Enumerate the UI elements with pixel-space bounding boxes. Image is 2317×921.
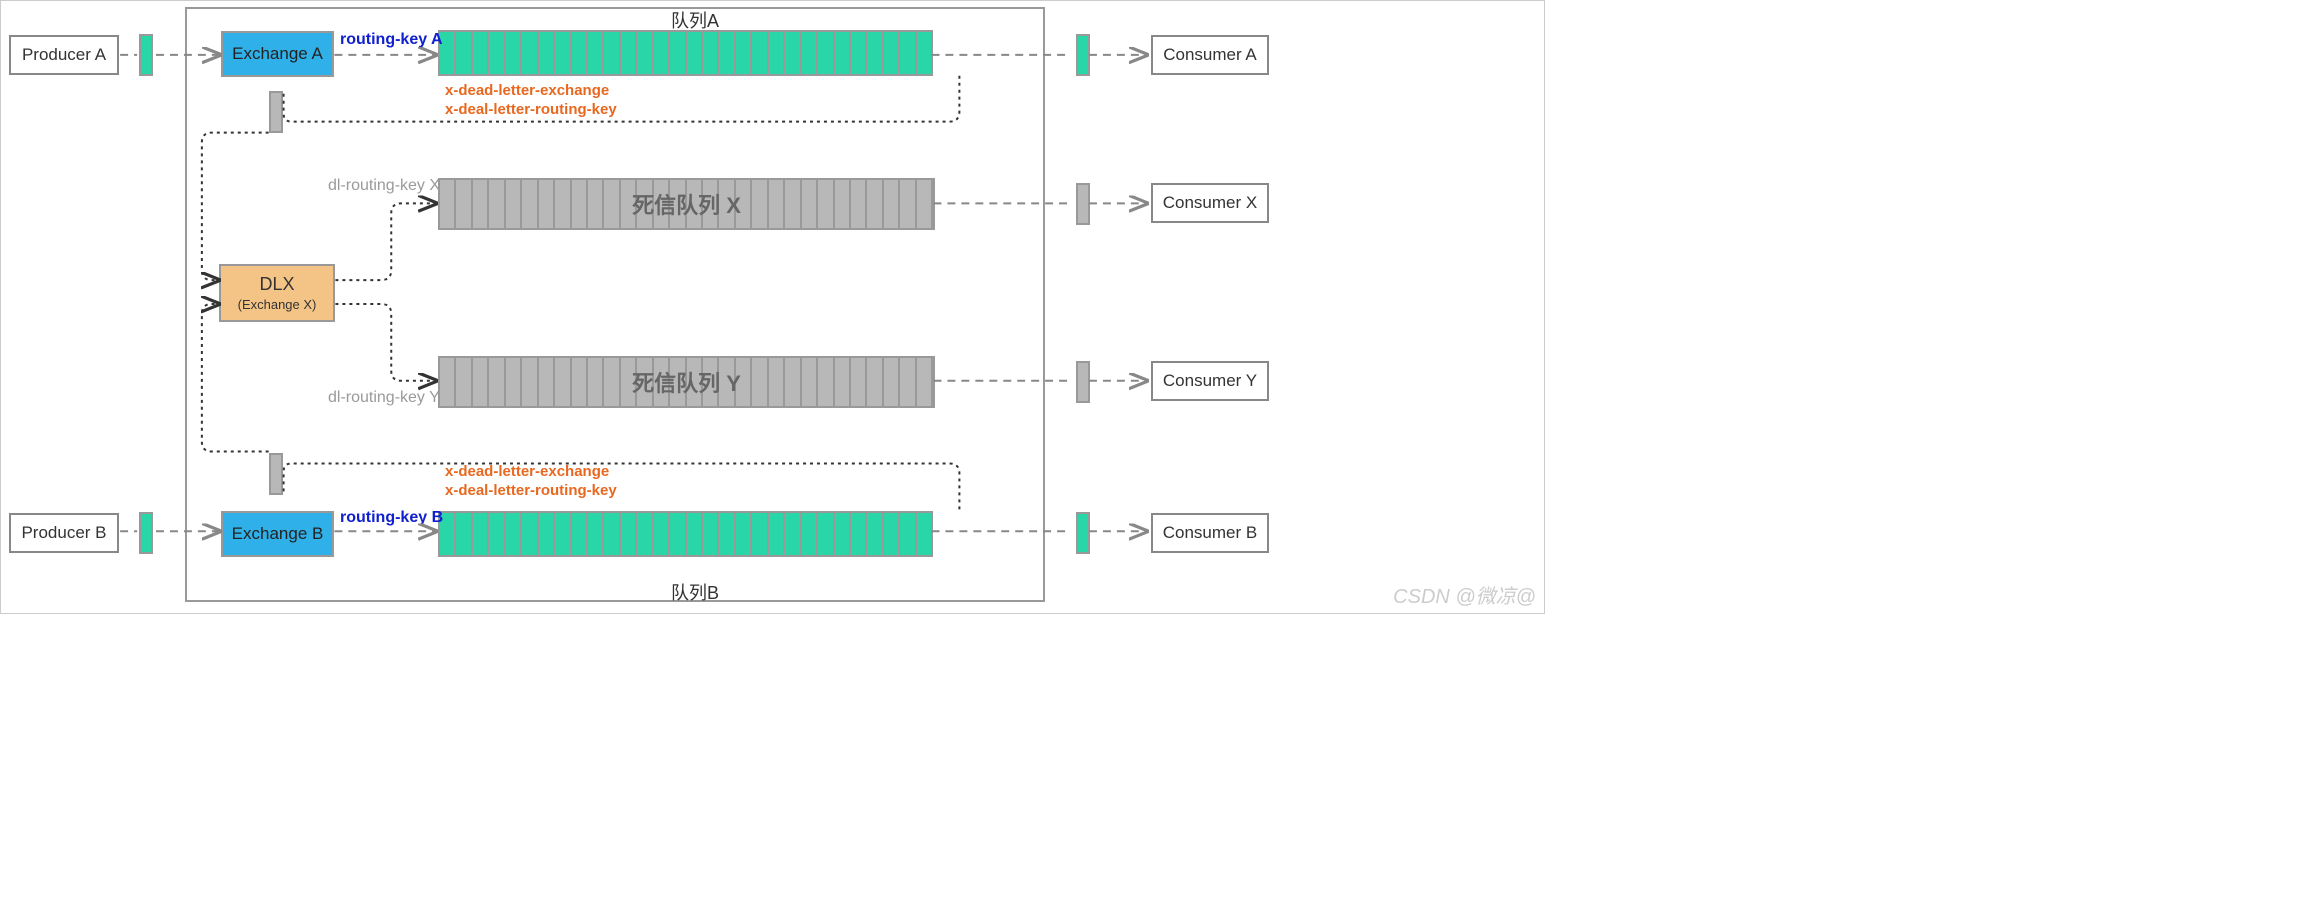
dlq-x-label: 死信队列 X xyxy=(440,180,933,228)
routing-key-a-label: routing-key A xyxy=(340,31,443,49)
queue-b xyxy=(438,511,933,557)
consumer-chip-b xyxy=(1076,512,1090,554)
dead-letter-args-b: x-dead-letter-exchangex-deal-letter-rout… xyxy=(445,463,617,501)
exchange-a: Exchange A xyxy=(221,31,334,77)
dlq-y-label: 死信队列 Y xyxy=(440,358,933,406)
consumer-a: Consumer A xyxy=(1151,35,1269,75)
dlx-exchange: DLX (Exchange X) xyxy=(219,264,335,322)
consumer-chip-x xyxy=(1076,183,1090,225)
dl-routing-key-y-label: dl-routing-key Y xyxy=(328,389,440,407)
producer-b: Producer B xyxy=(9,513,119,553)
dl-routing-key-x-label: dl-routing-key X xyxy=(328,177,440,195)
queue-b-label: 队列B xyxy=(671,579,719,605)
dead-letter-args-a: x-dead-letter-exchangex-deal-letter-rout… xyxy=(445,82,617,120)
consumer-chip-a xyxy=(1076,34,1090,76)
watermark: CSDN @微凉@ xyxy=(1393,580,1536,609)
consumer-y: Consumer Y xyxy=(1151,361,1269,401)
diagram-canvas: Producer A Producer B Exchange A Exchang… xyxy=(0,0,1545,614)
dead-msg-chip-b xyxy=(269,453,283,495)
consumer-chip-y xyxy=(1076,361,1090,403)
producer-a: Producer A xyxy=(9,35,119,75)
dead-letter-queue-y: 死信队列 Y xyxy=(438,356,935,408)
dead-msg-chip-a xyxy=(269,91,283,133)
dlx-subtitle: (Exchange X) xyxy=(238,297,317,312)
dlx-title: DLX xyxy=(259,274,294,295)
consumer-b: Consumer B xyxy=(1151,513,1269,553)
dead-letter-queue-x: 死信队列 X xyxy=(438,178,935,230)
queue-a xyxy=(438,30,933,76)
message-chip-a xyxy=(139,34,153,76)
routing-key-b-label: routing-key B xyxy=(340,509,443,527)
message-chip-b xyxy=(139,512,153,554)
consumer-x: Consumer X xyxy=(1151,183,1269,223)
exchange-b: Exchange B xyxy=(221,511,334,557)
